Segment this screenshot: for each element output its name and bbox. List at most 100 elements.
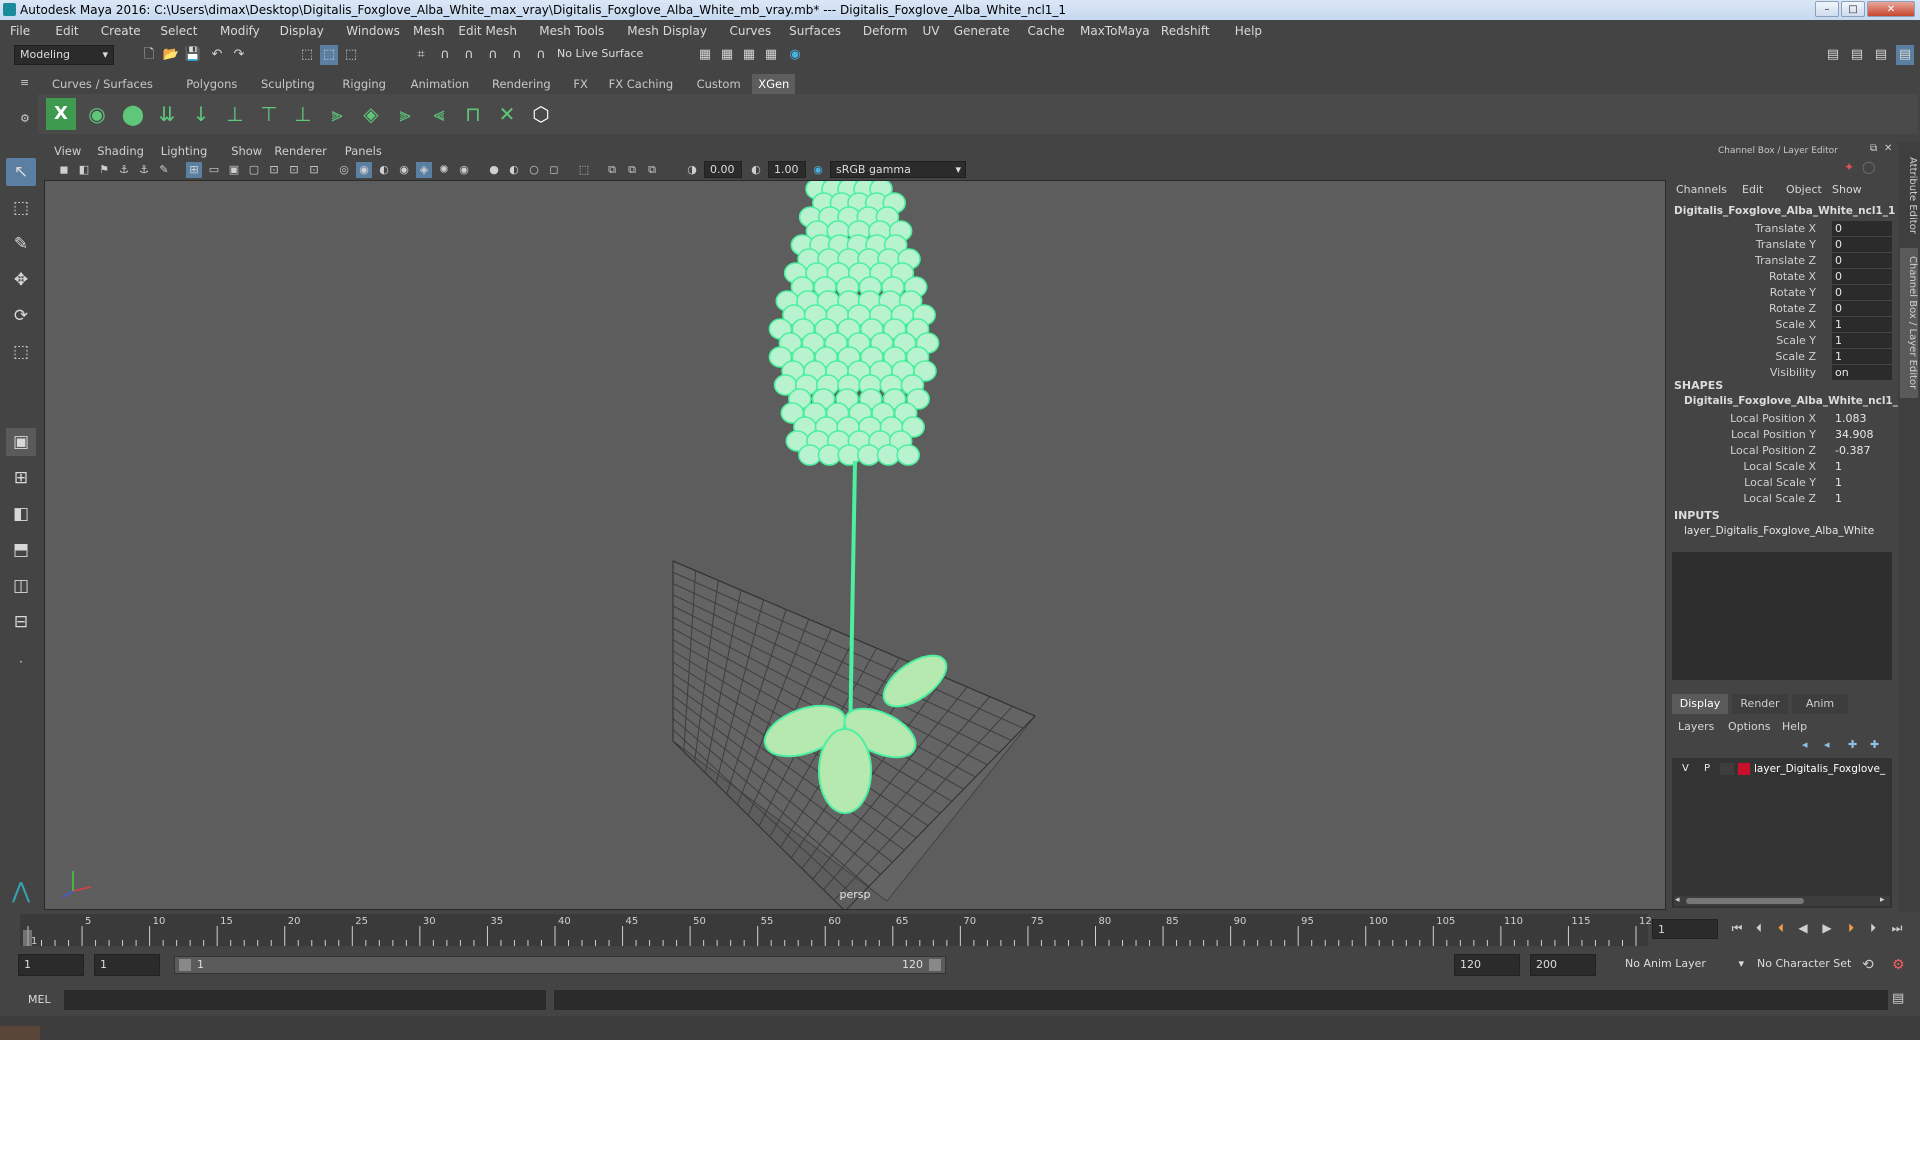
menu-curves[interactable]: Curves [730, 24, 772, 38]
shelf-tab-curves-surfaces[interactable]: Curves / Surfaces [46, 74, 159, 94]
step-forward-icon[interactable]: ⏵ [1864, 919, 1882, 937]
lasso-tool-icon[interactable]: ⬚ [6, 194, 36, 222]
current-time-indicator[interactable] [23, 930, 32, 946]
exposure-icon[interactable]: ◑ [684, 162, 700, 178]
shelf-tab-rigging[interactable]: Rigging [336, 74, 392, 94]
gamma-icon[interactable]: ◐ [748, 162, 764, 178]
wireframe-on-shaded-icon[interactable]: ◐ [376, 162, 392, 178]
channel-row[interactable]: Rotate X 0 [1670, 269, 1896, 285]
menu-help[interactable]: Help [1235, 24, 1262, 38]
ambient-occlusion-icon[interactable]: ◉ [456, 162, 472, 178]
xray-joints-icon[interactable]: ⧉ [604, 162, 620, 178]
auto-key-icon[interactable]: ⟲ [1862, 957, 1874, 973]
current-frame-field[interactable]: 1 [1652, 919, 1718, 939]
modeling-toolkit-icon[interactable]: ▤ [1824, 45, 1842, 65]
channel-row[interactable]: Local Position Y 34.908 [1670, 427, 1896, 443]
channel-menu-show[interactable]: Show [1832, 183, 1862, 196]
menu-generate[interactable]: Generate [954, 24, 1010, 38]
render-settings-icon[interactable]: ▦ [740, 45, 758, 65]
channel-menu-edit[interactable]: Edit [1742, 183, 1763, 196]
shelf-tab-fx[interactable]: FX [567, 74, 594, 94]
film-gate-icon[interactable]: ▭ [206, 162, 222, 178]
layout-outliner-icon[interactable]: ⊟ [6, 608, 36, 636]
layout-three-icon[interactable]: ◫ [6, 572, 36, 600]
attribute-editor-tab[interactable]: Attribute Editor [1900, 150, 1918, 240]
scroll-left-icon[interactable]: ◂ [1675, 895, 1680, 905]
menu-file[interactable]: File [10, 24, 30, 38]
snap-point-icon[interactable]: ∩ [460, 45, 478, 65]
maximize-button[interactable]: □ [1841, 1, 1865, 17]
channel-value[interactable]: 1 [1832, 491, 1892, 506]
grease-pencil-icon[interactable]: ✎ [156, 162, 172, 178]
redo-icon[interactable]: ↷ [230, 45, 248, 65]
channel-value[interactable]: 1 [1832, 333, 1892, 348]
multisample-icon[interactable]: ◐ [506, 162, 522, 178]
render-frame-icon[interactable]: ▦ [696, 45, 714, 65]
input-node-name[interactable]: layer_Digitalis_Foxglove_Alba_White [1684, 525, 1874, 537]
xgen-layers-icon[interactable]: ◈ [356, 98, 386, 130]
channel-row[interactable]: Scale Z 1 [1670, 349, 1896, 365]
step-back-key-icon[interactable]: ⏴ [1772, 919, 1790, 937]
xgen-normalize-icon[interactable]: ⫸ [390, 98, 420, 130]
select-tool-icon[interactable]: ↖ [6, 158, 36, 186]
move-tool-icon[interactable]: ✥ [6, 266, 36, 294]
panel-menu-panels[interactable]: Panels [345, 144, 382, 158]
go-to-end-icon[interactable]: ⏭ [1888, 919, 1906, 937]
save-scene-icon[interactable]: 💾 [184, 45, 202, 65]
snap-grid-icon[interactable]: ⌗ [412, 45, 430, 65]
menu-mesh[interactable]: Mesh [413, 24, 445, 38]
layer-color-swatch[interactable] [1738, 763, 1750, 775]
gate-mask-icon[interactable]: ▢ [246, 162, 262, 178]
maya-home-icon[interactable]: ⋀ [6, 878, 36, 906]
wireframe-icon[interactable]: ◎ [336, 162, 352, 178]
snap-pivot-icon[interactable]: ∩ [532, 45, 550, 65]
play-forward-icon[interactable]: ▶ [1818, 919, 1836, 937]
new-layer-selected-icon[interactable]: ✚ [1870, 738, 1879, 751]
channel-value[interactable]: 1 [1832, 317, 1892, 332]
time-slider[interactable]: 1 5 10 15 20 25 30 35 40 45 50 55 60 65 70 75 80 85 90 95 10… [0, 912, 1920, 948]
range-slider[interactable]: 1 120 [174, 956, 946, 974]
channel-menu-channels[interactable]: Channels [1676, 183, 1727, 196]
panel-menu-lighting[interactable]: Lighting [161, 144, 207, 158]
close-panel-icon[interactable]: ✕ [1884, 143, 1892, 154]
channel-menu-object[interactable]: Object [1786, 183, 1822, 196]
menu-uv[interactable]: UV [923, 24, 940, 38]
menu-surfaces[interactable]: Surfaces [789, 24, 841, 38]
shelf-options-icon[interactable]: ≡ [20, 76, 32, 90]
isolate-select-icon[interactable]: ⬚ [576, 162, 592, 178]
motion-blur-icon[interactable]: ● [486, 162, 502, 178]
hypershade-icon[interactable]: ▦ [762, 45, 780, 65]
step-back-icon[interactable]: ⏴ [1750, 919, 1768, 937]
select-component-icon[interactable]: ⬚ [342, 45, 360, 65]
float-panel-icon[interactable]: ⧉ [1870, 143, 1877, 154]
end-time-field[interactable]: 200 [1530, 954, 1596, 976]
step-forward-key-icon[interactable]: ⏵ [1842, 919, 1860, 937]
channel-value[interactable]: 0 [1832, 253, 1892, 268]
ipr-render-icon[interactable]: ▦ [718, 45, 736, 65]
paint-select-icon[interactable]: ✎ [6, 230, 36, 258]
outliner-toggle-icon[interactable]: ▤ [1848, 45, 1866, 65]
layer-tab-display[interactable]: Display [1672, 694, 1728, 714]
channel-row[interactable]: Scale X 1 [1670, 317, 1896, 333]
playback-end-field[interactable]: 120 [1454, 954, 1520, 976]
start-time-field[interactable]: 1 [18, 954, 84, 976]
animation-preferences-icon[interactable]: ⚙ [1892, 957, 1905, 973]
layout-single-icon[interactable]: ▣ [6, 428, 36, 456]
grid-icon[interactable]: ⊞ [186, 162, 202, 178]
channel-value[interactable]: 1 [1832, 459, 1892, 474]
channel-value[interactable]: 0 [1832, 301, 1892, 316]
attribute-editor-toggle-icon[interactable]: ▤ [1872, 45, 1890, 65]
go-to-start-icon[interactable]: ⏮ [1728, 919, 1746, 937]
menu-deform[interactable]: Deform [863, 24, 908, 38]
perspective-viewport[interactable]: persp [44, 180, 1666, 910]
channel-box-tab[interactable]: Channel Box / Layer Editor [1900, 248, 1918, 398]
shelf-tab-custom[interactable]: Custom [691, 74, 747, 94]
layer-row[interactable]: V P layer_Digitalis_Foxglove_ [1674, 762, 1890, 778]
undo-icon[interactable]: ↶ [208, 45, 226, 65]
playback-start-field[interactable]: 1 [94, 954, 160, 976]
shelf-tab-polygons[interactable]: Polygons [180, 74, 243, 94]
menu-create[interactable]: Create [101, 24, 141, 38]
play-backward-icon[interactable]: ◀ [1794, 919, 1812, 937]
two-d-pan-icon[interactable]: ⚓ [136, 162, 152, 178]
layer-visibility-toggle[interactable]: V [1682, 763, 1689, 774]
